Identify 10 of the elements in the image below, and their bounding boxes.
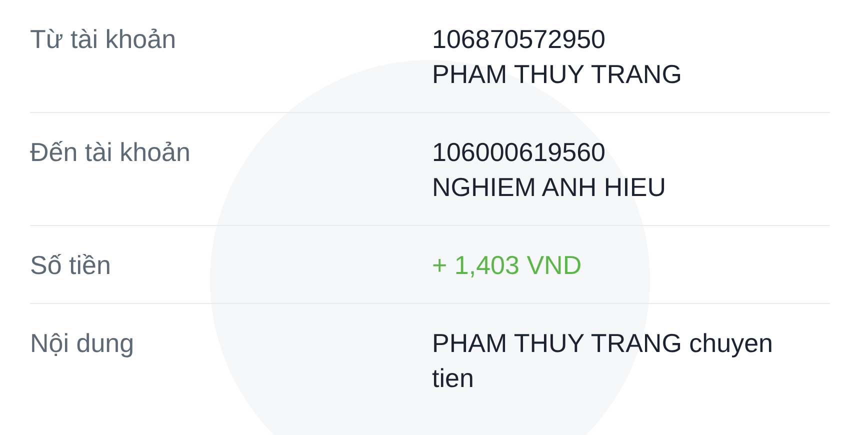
field-label: Đến tài khoản <box>30 136 192 169</box>
field-value: PHAM THUY TRANG <box>432 58 683 91</box>
field-label: Số tiền <box>30 249 112 282</box>
field-value: 106000619560 <box>432 136 607 169</box>
field-label: Nội dung <box>30 327 136 360</box>
field-value: NGHIEM ANH HIEU <box>432 171 668 204</box>
field-value: 106870572950 <box>432 23 607 56</box>
field-value: PHAM THUY TRANG chuyen tien <box>432 327 774 395</box>
amount-value: + 1,403 VND <box>432 249 583 282</box>
field-label: Từ tài khoản <box>30 23 178 56</box>
